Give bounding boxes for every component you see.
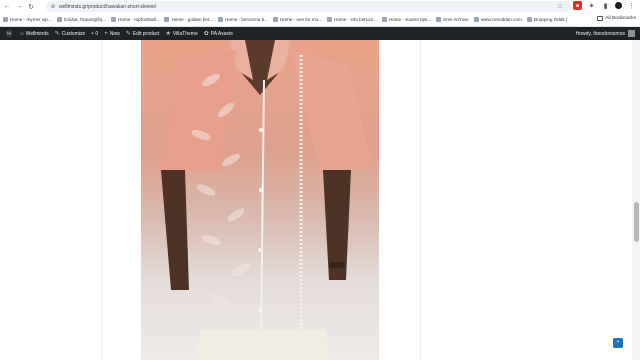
customize-label: Customize (61, 30, 86, 37)
bookmark-favicon-icon (473, 17, 479, 22)
user-account-menu[interactable]: Howdy, theodorosmos (576, 27, 635, 40)
bookmark-label: Σύλλας Παρασχίδη... (63, 17, 107, 22)
bookmark-item[interactable]: Home - suarez tips... (381, 17, 432, 22)
left-arm (161, 170, 189, 290)
shirt-illustration (159, 40, 373, 360)
right-sleeve (291, 50, 373, 170)
bookmark-star-icon[interactable]: ☆ (557, 2, 563, 10)
trousers (196, 330, 331, 360)
comment-icon: ▪ (91, 30, 94, 37)
bookmark-item[interactable]: www.cenoddan.com (473, 17, 522, 22)
home-icon: ⌂ (20, 30, 24, 37)
bookmark-item[interactable]: Home - benzema b... (218, 17, 268, 22)
bookmark-label: Dropping Odds | (533, 17, 568, 22)
browser-toolbar: ← → ↻ ⚙ wellminds.gr/product/hawaiian-sh… (0, 0, 640, 13)
bookmark-favicon-icon (526, 17, 532, 22)
villatheme-label: VillaTheme (172, 30, 198, 37)
bookmark-favicon-icon (111, 17, 117, 22)
bookmark-favicon-icon (436, 17, 442, 22)
pencil-icon: ✎ (125, 31, 131, 37)
extensions-puzzle-icon[interactable]: ✦ (587, 1, 596, 10)
star-icon: ★ (165, 31, 171, 37)
site-info-icon[interactable]: ⚙ (49, 3, 57, 11)
shirt-button (258, 308, 262, 312)
bookmarks-bar: Home - reymer wp... Σύλλας Παρασχίδη... … (0, 13, 640, 27)
new-label: New (109, 30, 120, 37)
customize-link[interactable]: ✎ Customize (54, 30, 86, 38)
gear-icon: ✿ (203, 31, 209, 37)
bookmark-item[interactable]: Home - one for mo... (273, 17, 322, 22)
shirt-placket (260, 79, 265, 341)
brush-icon: ✎ (54, 31, 60, 37)
url-text[interactable]: wellminds.gr/product/hawaiian-short-slee… (59, 4, 156, 10)
scroll-to-top-button[interactable]: ⌃ (613, 338, 623, 348)
bookmark-label: Home - topfootball... (118, 17, 160, 22)
bookmark-label: Home - info bet1x2... (334, 17, 377, 22)
comments-count: 0 (95, 30, 99, 37)
folder-icon (597, 16, 604, 21)
pa-assets-label: PA Assets (210, 30, 233, 37)
product-image[interactable] (141, 40, 379, 360)
extension-icon[interactable]: ■ (573, 1, 582, 10)
all-bookmarks-label: All Bookmarks (605, 16, 636, 21)
villatheme-menu[interactable]: ★ VillaTheme (165, 30, 198, 38)
shirt-button (259, 188, 263, 192)
new-content-menu[interactable]: + New (104, 31, 120, 37)
bookmark-item[interactable]: Home - reymer wp... (3, 17, 52, 22)
wp-admin-bar: Ⓦ ⌂ Wellminds ✎ Customize ▪ 0 + New ✎ Edit pr… (0, 27, 640, 40)
side-panel-icon[interactable]: ▮ (601, 1, 610, 10)
page-content: ⌃ (0, 40, 640, 360)
comments-link[interactable]: ▪ 0 (91, 31, 98, 37)
plus-icon: + (104, 30, 108, 37)
bookmark-favicon-icon (3, 17, 8, 22)
chevron-up-icon: ⌃ (615, 340, 621, 347)
bookmark-label: Sms Archive (443, 17, 469, 22)
shirt-button (259, 128, 263, 132)
address-bar[interactable]: ⚙ wellminds.gr/product/hawaiian-short-sl… (46, 1, 571, 12)
bookmark-favicon-icon (273, 17, 278, 22)
reload-icon[interactable]: ↻ (26, 1, 36, 12)
bookmark-favicon-icon (218, 17, 224, 22)
all-bookmarks-button[interactable]: All Bookmarks (597, 16, 636, 21)
page-scrollbar[interactable] (632, 40, 640, 360)
bookmark-item[interactable]: Home - info bet1x2... (327, 17, 377, 22)
bookmark-item[interactable]: Sms Archive (436, 17, 469, 22)
scrollbar-thumb[interactable] (634, 202, 639, 242)
howdy-label: Howdy, theodorosmos (575, 30, 625, 37)
pa-assets-menu[interactable]: ✿ PA Assets (203, 30, 233, 38)
site-name-label: Wellminds (25, 30, 49, 37)
bookmark-label: Home - reymer wp... (10, 17, 52, 22)
bookmark-item[interactable]: Σύλλας Παρασχίδη... (56, 17, 107, 22)
bookmark-label: www.cenoddan.com (480, 17, 522, 22)
bookmark-label: Home - suarez tips... (388, 17, 432, 22)
bookmark-label: Home - one for mo... (280, 17, 323, 22)
user-avatar (628, 30, 635, 37)
bookmark-item[interactable]: Home - golden bet... (164, 17, 213, 22)
shirt-button (258, 248, 262, 252)
bookmark-favicon-icon (327, 17, 333, 22)
profile-avatar[interactable] (615, 2, 622, 9)
bookmark-favicon-icon (56, 17, 62, 22)
bookmark-label: Home - benzema b... (225, 17, 268, 22)
bookmark-item[interactable]: Dropping Odds | (526, 17, 568, 22)
bracelet (329, 262, 345, 268)
bookmark-favicon-icon (381, 17, 387, 22)
back-icon[interactable]: ← (2, 1, 12, 12)
bookmark-item[interactable]: Home - topfootball... (111, 17, 159, 22)
wordpress-icon: Ⓦ (6, 32, 13, 38)
bookmark-favicon-icon (164, 17, 170, 22)
edit-product-link[interactable]: ✎ Edit product (125, 30, 160, 38)
bookmark-label: Home - golden bet... (171, 17, 214, 22)
site-name-menu[interactable]: ⌂ Wellminds (20, 31, 49, 37)
browser-menu-icon[interactable]: ⋮ (627, 1, 636, 10)
wp-logo-menu[interactable]: Ⓦ (6, 29, 14, 38)
edit-product-label: Edit product (132, 30, 160, 37)
forward-icon[interactable]: → (14, 1, 24, 12)
